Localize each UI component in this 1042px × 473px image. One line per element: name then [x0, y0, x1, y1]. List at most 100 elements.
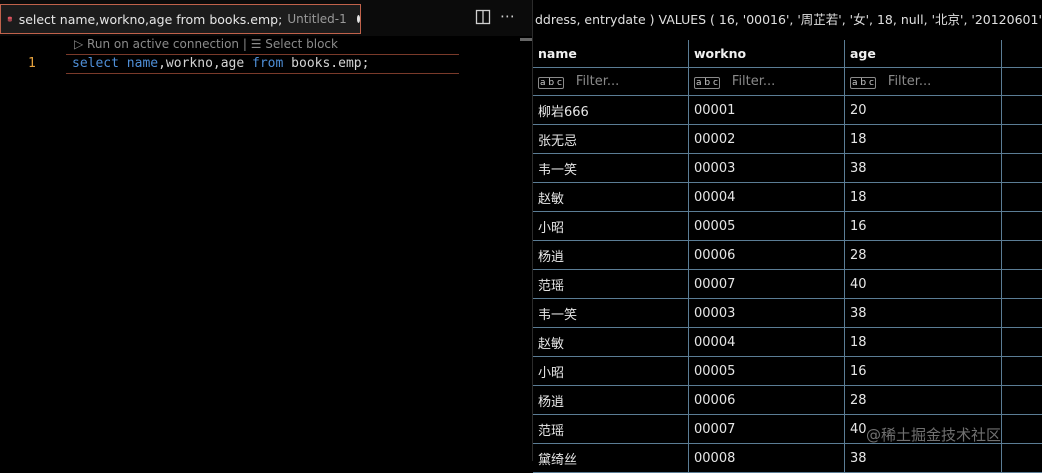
table-cell-name[interactable]: 小昭	[533, 212, 689, 240]
column-name-token: name	[126, 56, 159, 71]
more-actions-icon[interactable]: ⋯	[500, 7, 516, 25]
table-cell-workno[interactable]: 00007	[689, 415, 845, 443]
table-cell-workno[interactable]: 00005	[689, 212, 845, 240]
filter-placeholder: Filter...	[887, 74, 932, 89]
table-cell-name[interactable]: 韦一笑	[533, 154, 689, 182]
table-cell-age[interactable]: 38	[845, 444, 1002, 472]
keyword-select: select	[72, 56, 119, 71]
table-cell-extra	[1002, 299, 1042, 327]
table-cell-name[interactable]: 范瑶	[533, 270, 689, 298]
table-cell-workno[interactable]: 00001	[689, 96, 845, 124]
line-number: 1	[28, 56, 36, 71]
table-cell-workno[interactable]: 00006	[689, 241, 845, 269]
tab-filename: Untitled-1	[287, 12, 347, 26]
codelens-separator: |	[239, 37, 251, 51]
table-cell-name[interactable]: 张无忌	[533, 125, 689, 153]
table-cell-name[interactable]: 杨逍	[533, 241, 689, 269]
table-cell-workno[interactable]: 00006	[689, 386, 845, 414]
table-row[interactable]: 张无忌 00002 18	[533, 125, 1042, 154]
column-header-name[interactable]: name	[533, 40, 689, 67]
query-preview: ddress, entrydate ) VALUES ( 16, '00016'…	[535, 0, 1042, 38]
table-cell-extra	[1002, 96, 1042, 124]
filter-workno-input[interactable]: a b c Filter...	[689, 68, 845, 95]
table-cell-workno[interactable]: 00002	[689, 125, 845, 153]
table-cell-workno[interactable]: 00003	[689, 299, 845, 327]
database-icon	[7, 16, 13, 22]
table-cell-name[interactable]: 柳岩666	[533, 96, 689, 124]
editor-tab-bar: select name,workno,age from books.emp; U…	[0, 0, 466, 36]
table-cell-extra	[1002, 415, 1042, 443]
table-cell-age[interactable]: 18	[845, 328, 1002, 356]
code-text: ,workno,age	[158, 56, 253, 71]
table-row[interactable]: 小昭 00005 16	[533, 357, 1042, 386]
filter-row: a b c Filter... a b c Filter... a b c Filte…	[533, 68, 1042, 96]
table-cell-age[interactable]: 28	[845, 241, 1002, 269]
table-cell-name[interactable]: 杨逍	[533, 386, 689, 414]
table-row[interactable]: 赵敏 00004 18	[533, 328, 1042, 357]
column-header-extra	[1002, 40, 1042, 67]
watermark: @稀土掘金技术社区	[866, 426, 1002, 444]
editor-tab[interactable]: select name,workno,age from books.emp; U…	[0, 4, 361, 34]
table-cell-name[interactable]: 范瑶	[533, 415, 689, 443]
editor-actions: ⋯	[466, 0, 532, 36]
table-row[interactable]: 小昭 00005 16	[533, 212, 1042, 241]
table-cell-age[interactable]: 28	[845, 386, 1002, 414]
table-row[interactable]: 韦一笑 00003 38	[533, 154, 1042, 183]
table-row[interactable]: 杨逍 00006 28	[533, 386, 1042, 415]
column-header-age[interactable]: age	[845, 40, 1002, 67]
filter-age-input[interactable]: a b c Filter...	[845, 68, 1002, 95]
unsaved-dot-icon[interactable]	[356, 15, 360, 23]
table-row[interactable]: 赵敏 00004 18	[533, 183, 1042, 212]
scrollbar-marker[interactable]	[520, 38, 532, 41]
table-cell-workno[interactable]: 00004	[689, 328, 845, 356]
column-header-workno[interactable]: workno	[689, 40, 845, 67]
table-cell-age[interactable]: 16	[845, 357, 1002, 385]
table-cell-name[interactable]: 小昭	[533, 357, 689, 385]
filter-extra	[1002, 68, 1042, 95]
results-grid: name workno age a b c Filter... a b c Filt…	[533, 40, 1042, 473]
filter-placeholder: Filter...	[731, 74, 776, 89]
table-cell-age[interactable]: 40	[845, 270, 1002, 298]
table-row[interactable]: 韦一笑 00003 38	[533, 299, 1042, 328]
run-on-active-connection-link[interactable]: ▷ Run on active connection	[74, 37, 239, 51]
table-cell-age[interactable]: 16	[845, 212, 1002, 240]
table-cell-extra	[1002, 183, 1042, 211]
table-cell-workno[interactable]: 00003	[689, 154, 845, 182]
table-cell-name[interactable]: 赵敏	[533, 183, 689, 211]
table-cell-extra	[1002, 328, 1042, 356]
table-cell-extra	[1002, 212, 1042, 240]
filter-placeholder: Filter...	[575, 74, 620, 89]
table-cell-extra	[1002, 125, 1042, 153]
table-cell-extra	[1002, 357, 1042, 385]
table-cell-name[interactable]: 赵敏	[533, 328, 689, 356]
table-row[interactable]: 柳岩666 00001 20	[533, 96, 1042, 125]
table-cell-age[interactable]: 38	[845, 299, 1002, 327]
table-cell-extra	[1002, 241, 1042, 269]
code-text: books.emp;	[283, 56, 370, 71]
split-editor-icon[interactable]	[475, 9, 491, 25]
table-cell-age[interactable]: 20	[845, 96, 1002, 124]
codelens: ▷ Run on active connection | ☰ Select bl…	[74, 37, 338, 51]
table-row[interactable]: 杨逍 00006 28	[533, 241, 1042, 270]
header-row: name workno age	[533, 40, 1042, 68]
table-cell-age[interactable]: 18	[845, 183, 1002, 211]
sql-code-line[interactable]: select name,workno,age from books.emp;	[72, 56, 369, 71]
text-filter-icon: a b c	[538, 76, 564, 89]
table-cell-workno[interactable]: 00008	[689, 444, 845, 472]
filter-name-input[interactable]: a b c Filter...	[533, 68, 689, 95]
tab-title: select name,workno,age from books.emp;	[18, 11, 283, 27]
table-cell-age[interactable]: 38	[845, 154, 1002, 182]
table-cell-age[interactable]: 18	[845, 125, 1002, 153]
table-cell-extra	[1002, 386, 1042, 414]
table-cell-workno[interactable]: 00005	[689, 357, 845, 385]
table-cell-workno[interactable]: 00007	[689, 270, 845, 298]
table-row[interactable]: 范瑶 00007 40	[533, 270, 1042, 299]
table-cell-extra	[1002, 154, 1042, 182]
table-cell-name[interactable]: 韦一笑	[533, 299, 689, 327]
table-row[interactable]: 黛绮丝 00008 38	[533, 444, 1042, 473]
table-cell-extra	[1002, 270, 1042, 298]
table-cell-workno[interactable]: 00004	[689, 183, 845, 211]
table-cell-name[interactable]: 黛绮丝	[533, 444, 689, 472]
select-block-link[interactable]: ☰ Select block	[251, 37, 338, 51]
